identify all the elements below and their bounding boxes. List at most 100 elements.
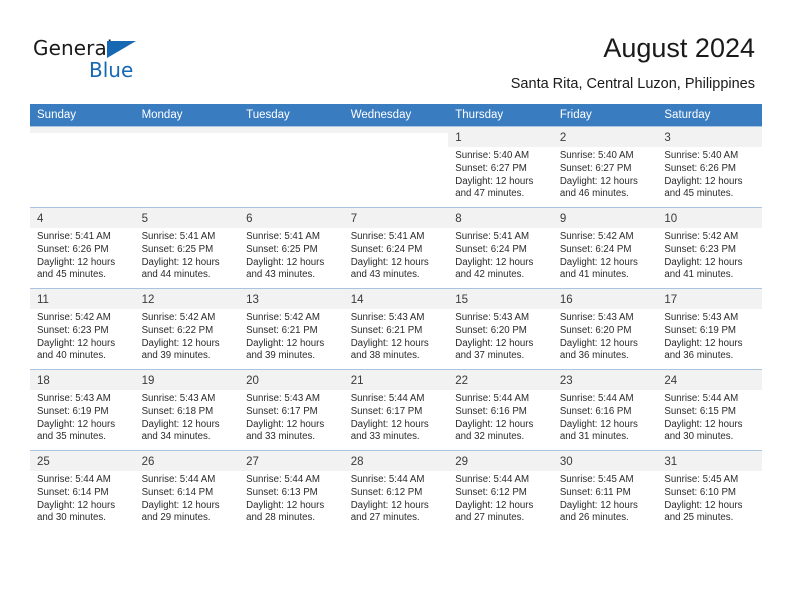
day-cell-content: 27 Sunrise: 5:44 AM Sunset: 6:13 PM Dayligh… bbox=[239, 451, 344, 531]
daylight-text-line2: and 40 minutes. bbox=[37, 350, 106, 362]
daylight-text-line2: and 47 minutes. bbox=[455, 188, 525, 200]
sunrise-text: Sunrise: 5:43 AM bbox=[246, 393, 320, 404]
calendar-day-cell[interactable]: 26 Sunrise: 5:44 AM Sunset: 6:14 PM Dayligh… bbox=[134, 450, 240, 531]
sunset-text: Sunset: 6:18 PM bbox=[141, 405, 214, 417]
day-number: 29 bbox=[448, 451, 553, 471]
day-sun-info: Sunrise: 5:43 AM Sunset: 6:21 PM Daylight:… bbox=[351, 312, 443, 363]
calendar-day-cell[interactable]: 31 Sunrise: 5:45 AM Sunset: 6:10 PM Dayligh… bbox=[657, 450, 762, 531]
sunset-text: Sunset: 6:16 PM bbox=[559, 405, 632, 417]
calendar-day-cell[interactable]: 25 Sunrise: 5:44 AM Sunset: 6:14 PM Dayligh… bbox=[30, 450, 135, 531]
sunrise-text: Sunrise: 5:42 AM bbox=[141, 312, 216, 323]
sunrise-text: Sunrise: 5:41 AM bbox=[350, 231, 425, 242]
daylight-text-line2: and 35 minutes. bbox=[37, 431, 106, 443]
calendar-day-cell[interactable]: 17 Sunrise: 5:43 AM Sunset: 6:19 PM Dayligh… bbox=[657, 288, 762, 370]
sunrise-sunset-calendar: Sunday Monday Tuesday Wednesday Thursday… bbox=[30, 104, 762, 531]
calendar-day-cell[interactable]: 18 Sunrise: 5:43 AM Sunset: 6:19 PM Dayligh… bbox=[30, 369, 135, 451]
calendar-day-cell[interactable]: 27 Sunrise: 5:44 AM Sunset: 6:13 PM Dayligh… bbox=[239, 450, 344, 531]
day-cell-content: 31 Sunrise: 5:45 AM Sunset: 6:10 PM Dayligh… bbox=[657, 451, 762, 531]
day-sun-info: Sunrise: 5:44 AM Sunset: 6:16 PM Daylight:… bbox=[455, 393, 547, 444]
day-cell-content: 6 Sunrise: 5:41 AM Sunset: 6:25 PM Daylight… bbox=[239, 208, 344, 288]
triangle-icon bbox=[107, 41, 136, 58]
daylight-text-line2: and 30 minutes. bbox=[664, 431, 734, 443]
sunrise-text: Sunrise: 5:43 AM bbox=[37, 393, 111, 404]
sunset-text: Sunset: 6:14 PM bbox=[141, 486, 214, 498]
day-number: 2 bbox=[552, 127, 658, 147]
calendar-day-cell[interactable]: 10 Sunrise: 5:42 AM Sunset: 6:23 PM Dayligh… bbox=[657, 207, 762, 289]
general-blue-logo[interactable]: General Blue bbox=[33, 36, 163, 86]
daylight-text-line1: Daylight: 12 hours bbox=[246, 256, 325, 268]
day-sun-info: Sunrise: 5:42 AM Sunset: 6:23 PM Daylight:… bbox=[664, 231, 756, 282]
daylight-text-line2: and 36 minutes. bbox=[664, 350, 734, 362]
sunrise-text: Sunrise: 5:45 AM bbox=[559, 474, 634, 485]
sunrise-text: Sunrise: 5:41 AM bbox=[37, 231, 111, 242]
sunrise-text: Sunrise: 5:43 AM bbox=[559, 312, 634, 323]
daylight-text-line1: Daylight: 12 hours bbox=[559, 175, 638, 187]
day-sun-info: Sunrise: 5:41 AM Sunset: 6:25 PM Daylight:… bbox=[142, 231, 234, 282]
calendar-day-cell[interactable]: 12 Sunrise: 5:42 AM Sunset: 6:22 PM Dayligh… bbox=[134, 288, 240, 370]
weekday-header-tuesday: Tuesday bbox=[239, 104, 344, 127]
day-number: 27 bbox=[239, 451, 344, 471]
calendar-day-cell[interactable]: 2 Sunrise: 5:40 AM Sunset: 6:27 PM Daylight… bbox=[552, 126, 658, 208]
day-sun-info: Sunrise: 5:42 AM Sunset: 6:23 PM Daylight:… bbox=[37, 312, 129, 363]
calendar-day-cell[interactable]: 16 Sunrise: 5:43 AM Sunset: 6:20 PM Dayligh… bbox=[552, 288, 658, 370]
sunrise-text: Sunrise: 5:44 AM bbox=[37, 474, 111, 485]
daylight-text-line1: Daylight: 12 hours bbox=[350, 337, 429, 349]
daylight-text-line1: Daylight: 12 hours bbox=[559, 256, 638, 268]
daylight-text-line1: Daylight: 12 hours bbox=[350, 499, 429, 511]
daylight-text-line2: and 31 minutes. bbox=[559, 431, 629, 443]
sunset-text: Sunset: 6:20 PM bbox=[559, 324, 632, 336]
sunset-text: Sunset: 6:17 PM bbox=[246, 405, 318, 417]
page-title: August 2024 bbox=[603, 33, 755, 63]
calendar-day-cell[interactable]: 7 Sunrise: 5:41 AM Sunset: 6:24 PM Daylight… bbox=[343, 207, 449, 289]
day-sun-info: Sunrise: 5:43 AM Sunset: 6:19 PM Daylight:… bbox=[664, 312, 756, 363]
day-sun-info: Sunrise: 5:45 AM Sunset: 6:10 PM Daylight:… bbox=[664, 474, 756, 525]
day-cell-content: 14 Sunrise: 5:43 AM Sunset: 6:21 PM Dayligh… bbox=[343, 289, 449, 369]
calendar-day-cell[interactable]: 30 Sunrise: 5:45 AM Sunset: 6:11 PM Dayligh… bbox=[552, 450, 658, 531]
daylight-text-line1: Daylight: 12 hours bbox=[559, 418, 638, 430]
daylight-text-line1: Daylight: 12 hours bbox=[246, 418, 325, 430]
day-cell-content: 15 Sunrise: 5:43 AM Sunset: 6:20 PM Dayligh… bbox=[448, 289, 553, 369]
weekday-header-friday: Friday bbox=[552, 104, 658, 127]
day-cell-content bbox=[239, 127, 344, 207]
calendar-day-cell-empty bbox=[343, 126, 449, 208]
daylight-text-line2: and 33 minutes. bbox=[246, 431, 316, 443]
sunset-text: Sunset: 6:23 PM bbox=[37, 324, 109, 336]
calendar-day-cell[interactable]: 22 Sunrise: 5:44 AM Sunset: 6:16 PM Dayligh… bbox=[448, 369, 553, 451]
calendar-day-cell[interactable]: 29 Sunrise: 5:44 AM Sunset: 6:12 PM Dayligh… bbox=[448, 450, 553, 531]
daylight-text-line1: Daylight: 12 hours bbox=[37, 418, 116, 430]
calendar-day-cell[interactable]: 4 Sunrise: 5:41 AM Sunset: 6:26 PM Daylight… bbox=[30, 207, 135, 289]
day-number: 23 bbox=[552, 370, 658, 390]
day-sun-info: Sunrise: 5:44 AM Sunset: 6:14 PM Daylight:… bbox=[142, 474, 234, 525]
calendar-day-cell[interactable]: 9 Sunrise: 5:42 AM Sunset: 6:24 PM Daylight… bbox=[552, 207, 658, 289]
daylight-text-line1: Daylight: 12 hours bbox=[141, 418, 220, 430]
page-subtitle: Santa Rita, Central Luzon, Philippines bbox=[510, 76, 755, 92]
calendar-week-row: 11 Sunrise: 5:42 AM Sunset: 6:23 PM Dayligh… bbox=[30, 288, 762, 370]
calendar-day-cell[interactable]: 15 Sunrise: 5:43 AM Sunset: 6:20 PM Dayligh… bbox=[448, 288, 553, 370]
day-sun-info: Sunrise: 5:41 AM Sunset: 6:25 PM Daylight:… bbox=[246, 231, 338, 282]
calendar-day-cell[interactable]: 1 Sunrise: 5:40 AM Sunset: 6:27 PM Daylight… bbox=[448, 126, 553, 208]
day-cell-content: 9 Sunrise: 5:42 AM Sunset: 6:24 PM Daylight… bbox=[552, 208, 658, 288]
sunset-text: Sunset: 6:24 PM bbox=[350, 243, 423, 255]
calendar-day-cell[interactable]: 19 Sunrise: 5:43 AM Sunset: 6:18 PM Dayligh… bbox=[134, 369, 240, 451]
calendar-day-cell[interactable]: 24 Sunrise: 5:44 AM Sunset: 6:15 PM Dayligh… bbox=[657, 369, 762, 451]
calendar-day-cell[interactable]: 14 Sunrise: 5:43 AM Sunset: 6:21 PM Dayligh… bbox=[343, 288, 449, 370]
calendar-day-cell[interactable]: 5 Sunrise: 5:41 AM Sunset: 6:25 PM Daylight… bbox=[134, 207, 240, 289]
day-number: 6 bbox=[239, 208, 344, 228]
daylight-text-line2: and 33 minutes. bbox=[350, 431, 420, 443]
calendar-day-cell[interactable]: 23 Sunrise: 5:44 AM Sunset: 6:16 PM Dayligh… bbox=[552, 369, 658, 451]
calendar-day-cell[interactable]: 11 Sunrise: 5:42 AM Sunset: 6:23 PM Dayligh… bbox=[30, 288, 135, 370]
sunrise-text: Sunrise: 5:45 AM bbox=[664, 474, 739, 485]
calendar-day-cell[interactable]: 6 Sunrise: 5:41 AM Sunset: 6:25 PM Daylight… bbox=[239, 207, 344, 289]
calendar-day-cell[interactable]: 21 Sunrise: 5:44 AM Sunset: 6:17 PM Dayligh… bbox=[343, 369, 449, 451]
weekday-header-saturday: Saturday bbox=[657, 104, 762, 127]
calendar-day-cell[interactable]: 8 Sunrise: 5:41 AM Sunset: 6:24 PM Daylight… bbox=[448, 207, 553, 289]
sunset-text: Sunset: 6:13 PM bbox=[246, 486, 318, 498]
calendar-day-cell[interactable]: 3 Sunrise: 5:40 AM Sunset: 6:26 PM Daylight… bbox=[657, 126, 762, 208]
daylight-text-line1: Daylight: 12 hours bbox=[37, 499, 116, 511]
calendar-day-cell[interactable]: 28 Sunrise: 5:44 AM Sunset: 6:12 PM Dayligh… bbox=[343, 450, 449, 531]
daylight-text-line2: and 41 minutes. bbox=[664, 269, 734, 281]
day-number: 22 bbox=[448, 370, 553, 390]
daylight-text-line1: Daylight: 12 hours bbox=[455, 256, 534, 268]
calendar-day-cell[interactable]: 20 Sunrise: 5:43 AM Sunset: 6:17 PM Dayligh… bbox=[239, 369, 344, 451]
calendar-day-cell[interactable]: 13 Sunrise: 5:42 AM Sunset: 6:21 PM Dayligh… bbox=[239, 288, 344, 370]
